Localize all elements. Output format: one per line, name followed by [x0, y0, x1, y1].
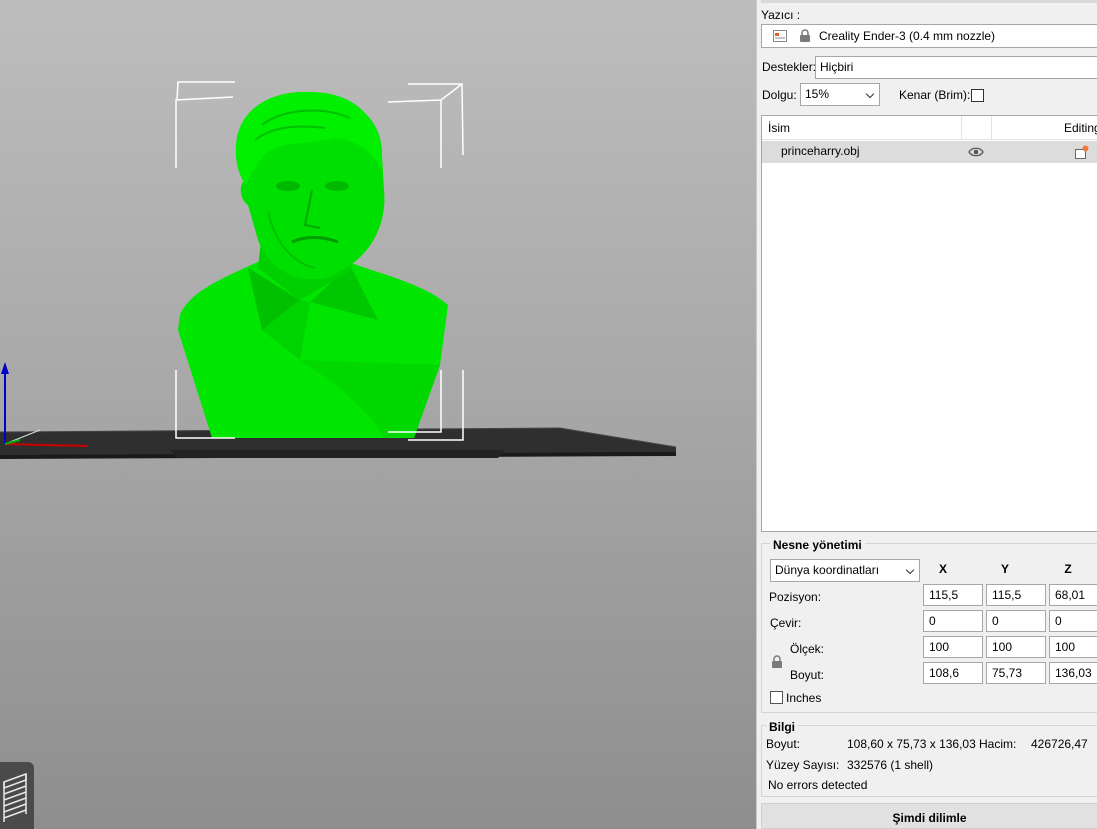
info-volume-value: 426726,47 [1031, 737, 1088, 751]
top-scroll-edge [761, 0, 1097, 3]
printer-settings-icon[interactable] [773, 29, 787, 43]
size-x-input[interactable]: 108,6 [923, 662, 983, 684]
supports-select[interactable]: Hiçbiri [815, 56, 1097, 79]
brim-label: Kenar (Brim): [899, 88, 971, 102]
list-item[interactable]: princeharry.obj [762, 141, 1097, 163]
object-manipulation-title: Nesne yönetimi [770, 538, 865, 552]
scale-x-input[interactable]: 100 [923, 636, 983, 658]
coordinate-system-value: Dünya koordinatları [775, 563, 880, 577]
layers-icon [2, 768, 28, 824]
info-volume-label: Hacim: [979, 737, 1017, 751]
infill-label: Dolgu: [762, 88, 797, 102]
info-status: No errors detected [768, 778, 868, 792]
bust-model[interactable] [178, 91, 448, 438]
info-title: Bilgi [766, 720, 798, 734]
printer-select[interactable]: Creality Ender-3 (0.4 mm nozzle) [761, 24, 1097, 48]
scale-z-input[interactable]: 100 [1049, 636, 1097, 658]
info-facets-value: 332576 (1 shell) [847, 758, 934, 772]
layers-view-button[interactable] [0, 762, 34, 829]
info-size-label: Boyut: [766, 737, 801, 751]
scale-y-input[interactable]: 100 [986, 636, 1046, 658]
rotate-x-input[interactable]: 0 [923, 610, 983, 632]
inches-checkbox[interactable] [770, 691, 783, 704]
rotate-z-input[interactable]: 0 [1049, 610, 1097, 632]
coordinate-system-select[interactable]: Dünya koordinatları [770, 559, 920, 582]
brim-checkbox[interactable] [971, 89, 984, 102]
infill-select[interactable]: 15% [800, 83, 880, 106]
axis-y-label: Y [1000, 562, 1009, 576]
column-name[interactable]: İsim [768, 121, 790, 135]
axis-z-label: Z [1064, 562, 1072, 576]
object-list-header: İsim Editing [762, 116, 1097, 140]
size-label: Boyut: [790, 668, 825, 682]
scale-label: Ölçek: [790, 642, 825, 656]
rotate-y-input[interactable]: 0 [986, 610, 1046, 632]
eye-icon[interactable] [968, 146, 984, 158]
chevron-down-icon [905, 565, 915, 575]
lock-icon[interactable] [799, 29, 811, 43]
supports-label: Destekler: [762, 60, 817, 74]
object-name: princeharry.obj [781, 144, 860, 158]
column-editing[interactable]: Editing [1064, 121, 1097, 135]
edit-settings-icon[interactable] [1074, 144, 1090, 160]
position-z-input[interactable]: 68,01 [1049, 584, 1097, 606]
position-x-input[interactable]: 115,5 [923, 584, 983, 606]
object-list[interactable]: İsim Editing princeharry.obj [761, 115, 1097, 532]
info-facets-label: Yüzey Sayısı: [766, 758, 840, 772]
size-z-input[interactable]: 136,03 [1049, 662, 1097, 684]
info-size-value: 108,60 x 75,73 x 136,03 [847, 737, 976, 751]
3d-viewport[interactable] [0, 0, 756, 829]
printer-name: Creality Ender-3 (0.4 mm nozzle) [819, 29, 996, 43]
infill-value: 15% [805, 87, 830, 101]
lock-icon[interactable] [771, 655, 783, 669]
position-y-input[interactable]: 115,5 [986, 584, 1046, 606]
settings-panel: Yazıcı : Creality Ender-3 (0.4 mm nozzle… [756, 0, 1097, 829]
size-y-input[interactable]: 75,73 [986, 662, 1046, 684]
slice-now-button[interactable]: Şimdi dilimle [761, 803, 1097, 829]
supports-value: Hiçbiri [820, 60, 854, 74]
chevron-down-icon [865, 89, 875, 99]
inches-label: Inches [786, 691, 822, 705]
printer-label: Yazıcı : [761, 8, 801, 22]
axis-x-label: X [938, 562, 947, 576]
rotate-label: Çevir: [770, 616, 802, 630]
position-label: Pozisyon: [769, 590, 822, 604]
